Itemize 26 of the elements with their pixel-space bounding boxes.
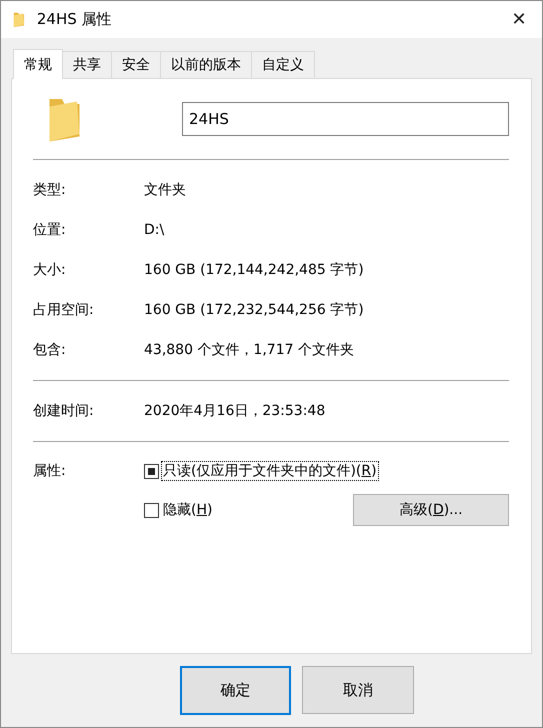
property-label: 占用空间: <box>33 301 95 319</box>
folder-icon <box>13 11 25 28</box>
name-field[interactable]: 24HS <box>182 102 509 136</box>
cancel-button[interactable]: 取消 <box>302 666 414 714</box>
checkbox-label[interactable]: 隐藏(H) <box>162 501 214 519</box>
window-title: 24HS 属性 <box>36 10 113 29</box>
property-label: 位置: <box>33 221 67 239</box>
checkbox[interactable] <box>144 464 159 478</box>
property-label: 类型: <box>33 181 67 199</box>
property-value: 160 GB (172,232,544,256 字节) <box>144 301 364 319</box>
property-value: 文件夹 <box>144 181 186 199</box>
attributes-label: 属性: <box>33 462 67 481</box>
property-label: 包含: <box>33 341 67 359</box>
close-button[interactable]: ✕ <box>496 1 542 38</box>
tab[interactable]: 常规 <box>13 49 63 79</box>
advanced-button[interactable]: 高级(D)... <box>353 494 509 526</box>
property-value: 43,880 个文件，1,717 个文件夹 <box>144 341 354 359</box>
property-label: 创建时间: <box>33 402 95 420</box>
property-value: 2020年4月16日，23:53:48 <box>144 402 326 420</box>
property-label: 大小: <box>33 261 67 279</box>
tab[interactable]: 自定义 <box>251 51 315 78</box>
ok-button[interactable]: 确定 <box>180 666 291 715</box>
checkbox-label[interactable]: 只读(仅应用于文件夹中的文件)(R) <box>162 462 378 480</box>
property-value: 160 GB (172,144,242,485 字节) <box>144 261 364 279</box>
property-value: D:\ <box>144 222 164 238</box>
checkbox[interactable] <box>144 502 159 518</box>
